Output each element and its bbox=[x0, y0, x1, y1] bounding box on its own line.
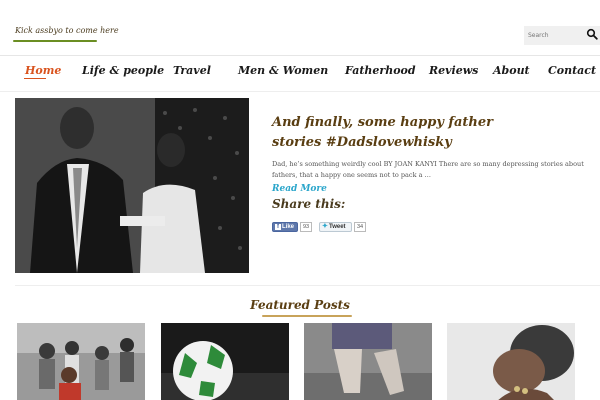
like-label: Like bbox=[282, 224, 295, 230]
nav-bottom-border bbox=[0, 91, 600, 92]
nav-item-about[interactable]: About bbox=[493, 64, 530, 77]
facebook-like-button[interactable]: f Like bbox=[272, 222, 298, 232]
nav-top-border bbox=[0, 55, 600, 56]
twitter-icon: ✦ bbox=[322, 223, 328, 230]
tweet-button[interactable]: ✦ Tweet bbox=[319, 222, 352, 232]
facebook-icon: f bbox=[275, 224, 281, 230]
nav-item-travel[interactable]: Travel bbox=[173, 64, 211, 77]
post-excerpt: Dad, he’s something weirdly cool BY JOAN… bbox=[272, 160, 584, 179]
featured-thumb-children[interactable] bbox=[17, 323, 145, 400]
nav-item-contact[interactable]: Contact bbox=[548, 64, 596, 77]
search-input[interactable] bbox=[528, 28, 580, 43]
site-logo[interactable]: Kick assbyo to come here bbox=[15, 26, 119, 35]
active-nav-underline bbox=[24, 78, 46, 79]
featured-posts-heading: Featured Posts bbox=[250, 298, 350, 312]
nav-item-men-women[interactable]: Men & Women bbox=[238, 64, 328, 77]
section-divider bbox=[15, 285, 600, 286]
logo-underline bbox=[13, 40, 97, 42]
nav-item-life-people[interactable]: Life & people bbox=[82, 64, 164, 77]
read-more-link[interactable]: Read More bbox=[272, 184, 327, 194]
nav-item-reviews[interactable]: Reviews bbox=[429, 64, 478, 77]
search-icon[interactable] bbox=[586, 28, 598, 40]
featured-heading-underline bbox=[262, 315, 352, 317]
post-featured-image[interactable] bbox=[15, 98, 249, 273]
featured-thumb-portrait[interactable] bbox=[447, 323, 575, 400]
post-title[interactable]: And finally, some happy father stories #… bbox=[272, 113, 522, 153]
tweet-label: Tweet bbox=[329, 224, 346, 230]
featured-thumb-feet[interactable] bbox=[304, 323, 432, 400]
like-count: 93 bbox=[300, 222, 313, 232]
share-heading: Share this: bbox=[272, 197, 346, 211]
featured-thumb-football[interactable] bbox=[161, 323, 289, 400]
nav-item-home[interactable]: Home bbox=[25, 64, 61, 77]
nav-item-fatherhood[interactable]: Fatherhood bbox=[345, 64, 416, 77]
tweet-count: 34 bbox=[354, 222, 367, 232]
